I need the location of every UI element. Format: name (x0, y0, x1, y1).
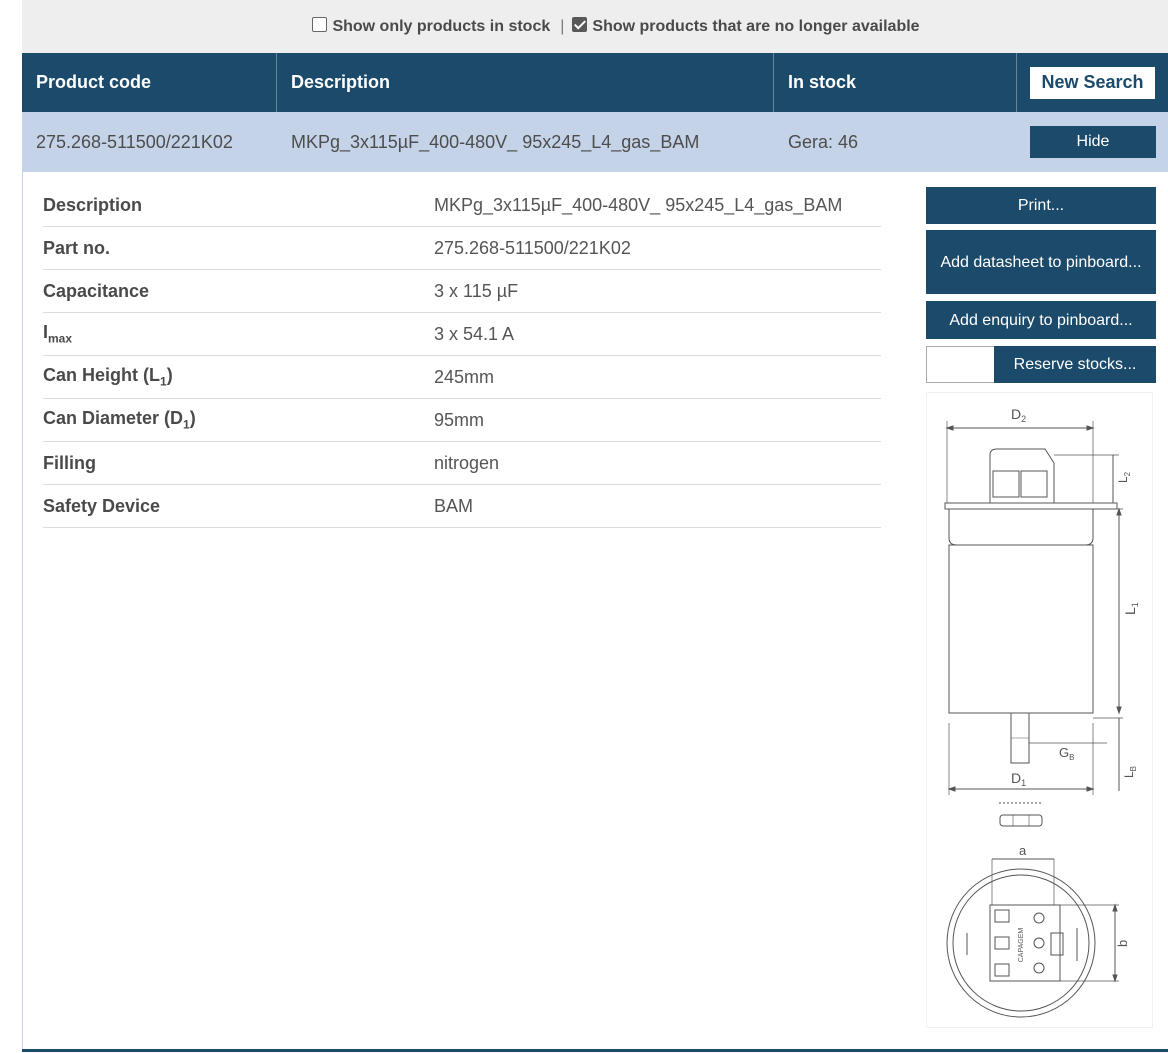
property-value: nitrogen (434, 452, 500, 473)
property-label: Description (43, 194, 143, 215)
terminal-slot (994, 936, 1010, 950)
property-row: Part no. 275.268-511500/221K02 (43, 227, 881, 270)
property-row: Filling nitrogen (43, 442, 881, 485)
arrow-icon (1086, 425, 1095, 431)
filter-bar: Show only products in stock | Show produ… (22, 0, 1168, 53)
filter-unavailable[interactable]: Show products that are no longer availab… (572, 17, 920, 36)
terminal-slot (994, 963, 1010, 977)
header-product-code: Product code (22, 53, 277, 112)
property-row: Imax 3 x 54.1 A (43, 313, 881, 356)
property-value: 3 x 54.1 A (434, 323, 515, 344)
row-actions: Hide (1017, 112, 1168, 172)
can-body (948, 544, 1094, 714)
property-value: 275.268-511500/221K02 (434, 237, 631, 258)
reserve-quantity-input[interactable] (926, 346, 994, 383)
property-label: Part no. (43, 237, 111, 258)
unavailable-label: Show products that are no longer availab… (592, 17, 920, 35)
print-button[interactable]: Print... (926, 187, 1156, 224)
technical-drawing: D2 L2 L1 GB LB D1 a CAPAGEM b (926, 392, 1153, 1028)
new-search-button[interactable]: New Search (1030, 66, 1155, 99)
l2-label: L2 (1116, 471, 1132, 483)
row-product-code: 275.268-511500/221K02 (36, 131, 233, 152)
table-row[interactable]: 275.268-511500/221K02 MKPg_3x115µF_400-4… (22, 112, 1168, 172)
filter-in-stock[interactable]: Show only products in stock (312, 17, 551, 36)
header-in-stock: In stock (774, 53, 1017, 112)
property-row: Can Diameter (D1) 95mm (43, 399, 881, 442)
lb-label: LB (1122, 766, 1138, 778)
terminal-cover (989, 448, 1055, 503)
action-panel: Print... Add datasheet to pinboard... Ad… (926, 187, 1156, 383)
arrow-icon (1112, 903, 1118, 912)
arrow-icon (945, 425, 954, 431)
d2-label: D2 (1011, 406, 1026, 424)
property-label: Can Height (L1) (43, 365, 173, 389)
add-datasheet-button[interactable]: Add datasheet to pinboard... (926, 230, 1156, 294)
row-description: MKPg_3x115µF_400-480V_ 95x245_L4_gas_BAM (291, 131, 700, 152)
brand-label: CAPAGEM (1018, 928, 1025, 963)
arrow-icon (1112, 974, 1118, 983)
a-label: a (1019, 843, 1027, 858)
property-value: BAM (434, 495, 474, 516)
product-search-results: Show only products in stock | Show produ… (22, 0, 1168, 1053)
property-row: Description MKPg_3x115µF_400-480V_ 95x24… (43, 184, 881, 227)
can-rim (944, 502, 1118, 510)
product-detail-panel: Description MKPg_3x115µF_400-480V_ 95x24… (22, 172, 1168, 1050)
property-value: 95mm (434, 409, 485, 430)
property-row: Can Height (L1) 245mm (43, 356, 881, 399)
property-value: 245mm (434, 366, 495, 387)
property-row: Capacitance 3 x 115 µF (43, 270, 881, 313)
arrow-icon (947, 786, 956, 792)
property-label: Filling (43, 452, 96, 473)
screw-icon (1033, 937, 1045, 949)
gb-label: GB (1059, 745, 1074, 762)
bottom-border (22, 1049, 1168, 1052)
property-label: Safety Device (43, 495, 161, 516)
d1-label: D1 (1011, 770, 1026, 788)
screw-icon (1033, 912, 1045, 924)
hide-button[interactable]: Hide (1030, 126, 1156, 158)
property-label: Can Diameter (D1) (43, 408, 196, 432)
property-label: Capacitance (43, 280, 150, 301)
terminal-block (1020, 470, 1048, 498)
property-label: Imax (43, 322, 73, 346)
can-shoulder (948, 509, 1094, 546)
safety-device-icon (1050, 932, 1064, 956)
table-header: Product code Description In stock New Se… (22, 53, 1168, 112)
property-value: 3 x 115 µF (434, 280, 519, 301)
terminal-slot (994, 909, 1010, 923)
nut-icon (999, 814, 1043, 827)
property-value: MKPg_3x115µF_400-480V_ 95x245_L4_gas_BAM (434, 194, 843, 215)
terminal-top-view (989, 904, 1061, 982)
header-actions: New Search (1017, 53, 1168, 112)
in-stock-label: Show only products in stock (332, 17, 551, 35)
in-stock-checkbox[interactable] (312, 17, 328, 32)
reserve-row: Reserve stocks... (926, 346, 1156, 383)
row-stock: Gera: 46 (788, 131, 859, 152)
arrow-icon (1116, 706, 1122, 715)
terminal-block (992, 470, 1020, 498)
screw-icon (1033, 962, 1045, 974)
capacitor-drawing-svg: D2 L2 L1 GB LB D1 a CAPAGEM b (944, 406, 1140, 1018)
filter-separator: | (560, 17, 565, 35)
property-row: Safety Device BAM (43, 485, 881, 528)
property-list: Description MKPg_3x115µF_400-480V_ 95x24… (43, 184, 881, 528)
add-enquiry-button[interactable]: Add enquiry to pinboard... (926, 301, 1156, 339)
b-label: b (1115, 940, 1130, 947)
arrow-icon (1086, 786, 1095, 792)
l1-label: L1 (1122, 602, 1140, 615)
reserve-stocks-button[interactable]: Reserve stocks... (994, 346, 1156, 383)
unavailable-checkbox[interactable] (572, 17, 588, 32)
header-description: Description (277, 53, 774, 112)
arrow-icon (1116, 507, 1122, 516)
